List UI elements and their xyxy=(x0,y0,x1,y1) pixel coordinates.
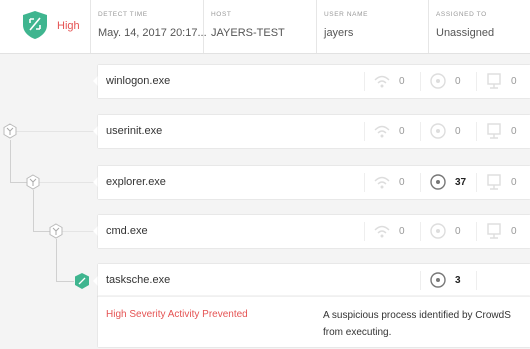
assigned-to-label: ASSIGNED TO xyxy=(436,11,487,18)
process-node-icon[interactable] xyxy=(2,123,18,139)
process-name: winlogon.exe xyxy=(106,75,171,87)
description-line: A suspicious process identified by Crowd… xyxy=(323,310,511,321)
user-name-label: USER NAME xyxy=(324,11,369,18)
process-card-winlogon[interactable]: winlogon.exe 0 0 0 xyxy=(98,65,530,98)
process-name: userinit.exe xyxy=(106,125,163,137)
shield-severity-icon xyxy=(22,10,48,40)
disk-count: 0 xyxy=(455,76,461,87)
process-node-blocked-icon[interactable] xyxy=(73,272,91,290)
detection-description: A suspicious process identified by Crowd… xyxy=(323,307,511,341)
wifi-icon xyxy=(374,75,390,88)
divider xyxy=(476,222,477,241)
network-count: 0 xyxy=(399,76,405,87)
user-name-value: jayers xyxy=(324,27,354,39)
registry-icon xyxy=(487,223,501,239)
tree-connector xyxy=(37,182,98,183)
process-name: cmd.exe xyxy=(106,225,148,237)
registry-count: 0 xyxy=(511,126,517,137)
process-card-cmd[interactable]: cmd.exe 0 0 0 xyxy=(98,215,530,248)
detect-time-value: May. 14, 2017 20:17... xyxy=(98,27,207,39)
disk-count: 0 xyxy=(455,126,461,137)
assigned-to-value[interactable]: Unassigned xyxy=(436,27,494,39)
disk-icon xyxy=(430,272,446,288)
detection-header: High DETECT TIME May. 14, 2017 20:17... … xyxy=(0,0,530,54)
disk-icon xyxy=(430,123,446,139)
host-column: HOST JAYERS-TEST xyxy=(203,0,316,53)
detect-time-column: DETECT TIME May. 14, 2017 20:17... xyxy=(90,0,207,53)
assigned-to-column: ASSIGNED TO Unassigned xyxy=(428,0,530,53)
divider xyxy=(420,222,421,241)
disk-count: 37 xyxy=(455,177,467,188)
process-node-icon[interactable] xyxy=(48,223,64,239)
detect-time-label: DETECT TIME xyxy=(98,11,148,18)
network-count: 0 xyxy=(399,226,405,237)
tree-connector xyxy=(56,281,74,282)
process-name: explorer.exe xyxy=(106,176,166,188)
divider xyxy=(420,271,421,290)
tree-connector xyxy=(10,140,11,182)
divider xyxy=(476,122,477,141)
divider xyxy=(364,173,365,192)
registry-count: 0 xyxy=(511,226,517,237)
divider xyxy=(364,122,365,141)
registry-count: 0 xyxy=(511,76,517,87)
divider xyxy=(476,72,477,91)
process-node-icon[interactable] xyxy=(25,174,41,190)
severity-label: High xyxy=(57,20,80,32)
tree-connector xyxy=(33,190,34,231)
user-name-column: USER NAME jayers xyxy=(316,0,428,53)
network-count: 0 xyxy=(399,126,405,137)
divider xyxy=(420,72,421,91)
wifi-icon xyxy=(374,125,390,138)
registry-count: 0 xyxy=(511,177,517,188)
wifi-icon xyxy=(374,225,390,238)
tree-connector xyxy=(14,131,98,132)
wifi-icon xyxy=(374,176,390,189)
divider xyxy=(364,222,365,241)
divider xyxy=(476,271,477,290)
process-card-userinit[interactable]: userinit.exe 0 0 0 xyxy=(98,115,530,148)
process-card-tasksche[interactable]: tasksche.exe 3 xyxy=(98,264,530,297)
disk-count: 3 xyxy=(455,275,461,286)
process-card-explorer[interactable]: explorer.exe 0 37 0 xyxy=(98,166,530,199)
host-value[interactable]: JAYERS-TEST xyxy=(211,27,285,39)
host-label: HOST xyxy=(211,11,232,18)
detection-status: High Severity Activity Prevented xyxy=(106,309,248,320)
network-count: 0 xyxy=(399,177,405,188)
divider xyxy=(476,173,477,192)
disk-count: 0 xyxy=(455,226,461,237)
disk-icon xyxy=(430,223,446,239)
detection-detail-panel: High Severity Activity Prevented A suspi… xyxy=(98,296,530,347)
registry-icon xyxy=(487,73,501,89)
divider xyxy=(420,122,421,141)
process-name: tasksche.exe xyxy=(106,274,171,286)
registry-icon xyxy=(487,174,501,190)
divider xyxy=(420,173,421,192)
divider xyxy=(364,72,365,91)
description-line: from executing. xyxy=(323,327,392,338)
disk-icon xyxy=(430,73,446,89)
registry-icon xyxy=(487,123,501,139)
tree-connector xyxy=(56,239,57,281)
disk-icon xyxy=(430,174,446,190)
